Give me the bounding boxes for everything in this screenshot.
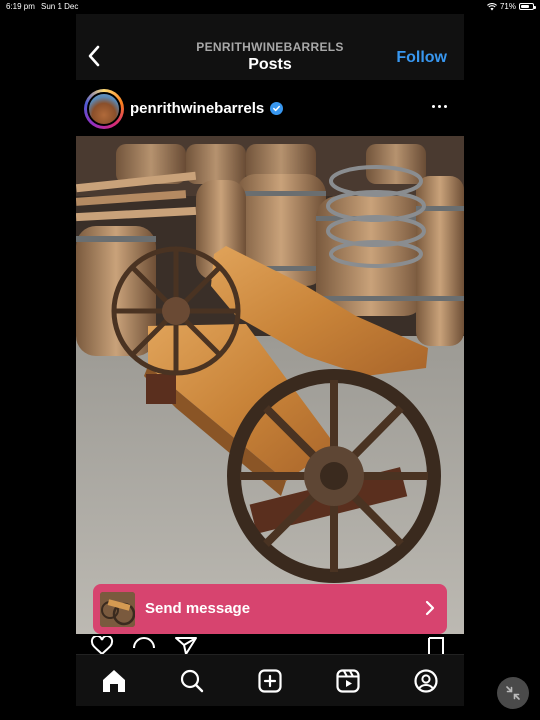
wagon-wheel-bench-photo — [76, 136, 464, 642]
reels-icon — [336, 669, 360, 693]
bookmark-icon — [428, 637, 444, 654]
top-nav-bar: PENRITHWINEBARRELS Posts Follow — [76, 14, 464, 80]
profile-icon — [414, 669, 438, 693]
post-username[interactable]: penrithwinebarrels — [130, 100, 284, 117]
send-message-banner[interactable]: Send message — [93, 584, 447, 634]
status-bar: 6:19 pm Sun 1 Dec 71% — [0, 0, 540, 14]
more-dot — [432, 104, 435, 108]
avatar — [87, 92, 121, 126]
comment-icon — [133, 637, 155, 649]
nav-home[interactable] — [100, 667, 128, 695]
follow-button[interactable]: Follow — [396, 49, 447, 67]
status-right: 71% — [487, 2, 536, 11]
status-date: Sun 1 Dec — [41, 2, 79, 11]
home-icon — [103, 670, 125, 692]
post-image[interactable] — [76, 136, 464, 642]
battery-percent: 71% — [499, 2, 516, 11]
nav-reels[interactable] — [334, 667, 362, 695]
battery-icon — [519, 3, 536, 10]
more-options-button[interactable] — [432, 99, 450, 113]
more-dot — [444, 104, 447, 108]
bottom-nav-bar — [76, 654, 464, 706]
collapse-button[interactable] — [497, 677, 529, 709]
post-actions — [76, 634, 464, 655]
username-text: penrithwinebarrels — [130, 100, 265, 117]
status-time: 6:19 pm — [6, 2, 35, 11]
post-header: penrithwinebarrels — [76, 80, 464, 136]
wifi-icon — [487, 2, 497, 10]
more-dot — [438, 104, 441, 108]
search-icon — [180, 669, 204, 693]
nav-search[interactable] — [178, 667, 206, 695]
send-message-thumbnail — [100, 592, 135, 627]
send-message-label: Send message — [145, 600, 251, 617]
nav-create[interactable] — [256, 667, 284, 695]
heart-icon — [90, 634, 114, 655]
app-window: PENRITHWINEBARRELS Posts Follow penrithw… — [76, 14, 464, 706]
battery-fill — [521, 5, 529, 8]
send-icon — [175, 637, 197, 655]
chevron-right-icon — [425, 600, 435, 621]
verified-badge-icon — [270, 102, 284, 115]
nav-profile[interactable] — [412, 667, 440, 695]
plus-square-icon — [258, 669, 282, 693]
collapse-icon — [506, 686, 520, 700]
story-ring[interactable] — [84, 89, 124, 129]
